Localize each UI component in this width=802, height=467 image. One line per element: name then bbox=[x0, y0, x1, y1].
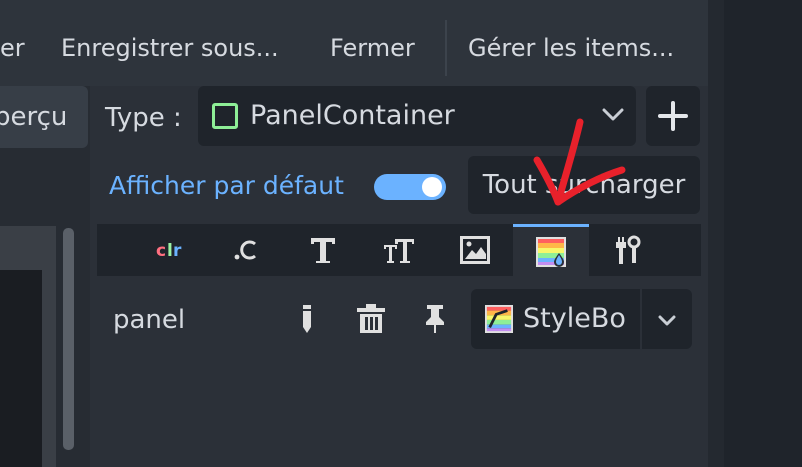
rename-icon[interactable] bbox=[296, 303, 318, 335]
toolbar-separator bbox=[445, 20, 447, 76]
panel-border bbox=[708, 0, 724, 467]
panel-container-icon bbox=[212, 103, 238, 129]
stylebox-value: StyleBo bbox=[523, 303, 626, 334]
font-type-icon bbox=[311, 238, 335, 263]
override-all-button[interactable]: Tout surcharger bbox=[468, 156, 700, 214]
type-dropdown[interactable]: PanelContainer bbox=[198, 86, 636, 146]
constant-type-icon bbox=[234, 240, 256, 260]
font-size-type-icon bbox=[384, 239, 414, 263]
manage-items-button[interactable]: Gérer les items... bbox=[468, 30, 674, 66]
tools-icon bbox=[616, 235, 641, 264]
chevron-down-icon[interactable] bbox=[658, 315, 676, 327]
svg-text:c: c bbox=[156, 241, 166, 261]
preview-scrollbar[interactable] bbox=[63, 228, 74, 450]
chevron-down-icon bbox=[602, 108, 624, 121]
type-value: PanelContainer bbox=[250, 100, 455, 131]
save-as-button[interactable]: Enregistrer sous... bbox=[61, 30, 279, 66]
tab-icon[interactable] bbox=[437, 224, 513, 276]
theme-toolbar: er Enregistrer sous... Fermer Gérer les … bbox=[0, 0, 708, 96]
close-button[interactable]: Fermer bbox=[330, 30, 415, 66]
tab-font-size[interactable] bbox=[361, 224, 437, 276]
type-label: Type : bbox=[105, 103, 182, 133]
svg-text:r: r bbox=[173, 241, 182, 261]
toggle-knob bbox=[422, 177, 442, 197]
save-button[interactable]: er bbox=[0, 30, 25, 66]
tab-color[interactable]: c l r bbox=[133, 224, 209, 276]
add-type-button[interactable] bbox=[646, 86, 700, 146]
svg-text:l: l bbox=[167, 241, 173, 261]
tab-type-variation[interactable] bbox=[589, 224, 665, 276]
show-default-toggle[interactable] bbox=[374, 174, 446, 200]
stylebox-icon bbox=[485, 305, 513, 333]
color-type-icon: c l r bbox=[156, 241, 182, 261]
pin-icon[interactable] bbox=[423, 303, 447, 335]
plus-icon bbox=[658, 101, 688, 131]
preview-viewport bbox=[0, 270, 42, 467]
data-type-tabs: c l r bbox=[97, 224, 701, 276]
item-name: panel bbox=[113, 305, 186, 335]
tab-stylebox[interactable] bbox=[513, 224, 589, 276]
side-area bbox=[724, 0, 802, 467]
stylebox-dropdown[interactable]: StyleBo bbox=[471, 289, 692, 349]
image-type-icon bbox=[460, 236, 490, 264]
preview-button[interactable]: perçu bbox=[0, 86, 88, 148]
tab-constant[interactable] bbox=[209, 224, 285, 276]
trash-icon[interactable] bbox=[356, 303, 386, 335]
show-default-label: Afficher par défaut bbox=[109, 171, 344, 200]
dropdown-separator bbox=[640, 289, 642, 349]
tab-font[interactable] bbox=[285, 224, 361, 276]
stylebox-type-icon bbox=[536, 236, 566, 267]
